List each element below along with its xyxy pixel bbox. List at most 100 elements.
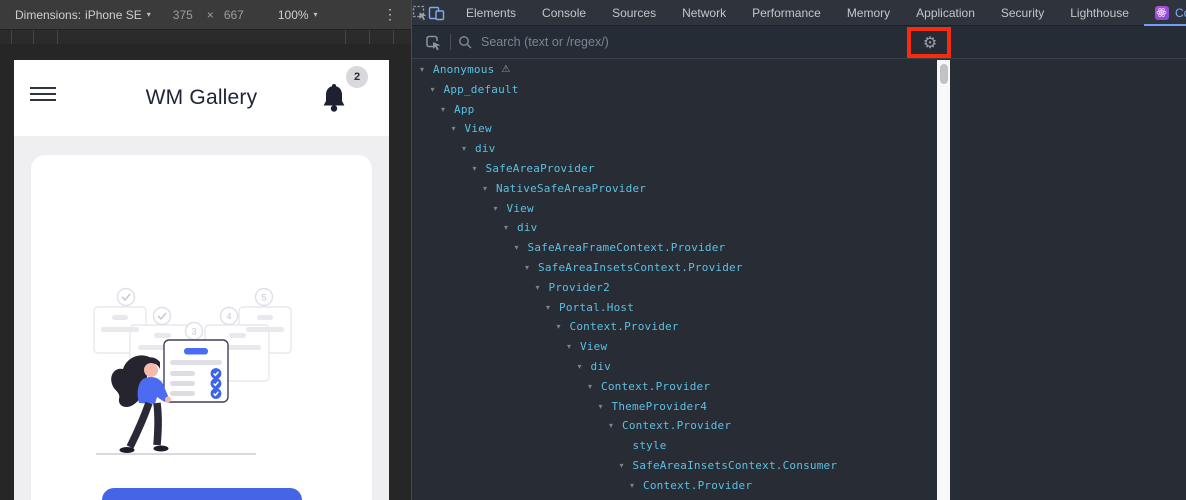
tab-label: Console: [542, 5, 587, 20]
component-name: NativeSafeAreaProvider: [496, 181, 647, 195]
expand-arrow-icon[interactable]: ▾: [473, 159, 486, 179]
expand-arrow-icon[interactable]: ▾: [462, 139, 475, 159]
chevron-down-icon: ▾: [313, 10, 318, 19]
tree-node[interactable]: ▾ NativeSafeAreaProvider: [412, 179, 937, 199]
expand-arrow-icon[interactable]: ▾: [515, 238, 528, 258]
device-toolbar: Dimensions: iPhone SE ▾ 375 × 667 100% ▾…: [0, 0, 411, 30]
tab-components[interactable]: Components: [1142, 0, 1186, 26]
devtools-panel: Elements Console Sources Network Perform…: [411, 0, 1186, 500]
component-name: SafeAreaProvider: [485, 161, 595, 175]
device-name: iPhone SE: [85, 7, 142, 22]
inspect-element-icon[interactable]: [412, 0, 428, 25]
scrollbar[interactable]: [937, 60, 950, 500]
content-card: 5 4 3: [31, 155, 372, 500]
tab-elements[interactable]: Elements: [453, 0, 529, 25]
search-icon: [455, 30, 475, 55]
device-ruler: [0, 30, 411, 44]
expand-arrow-icon[interactable]: ▾: [546, 298, 559, 318]
expand-arrow-icon[interactable]: ▾: [599, 397, 612, 417]
step-number: 4: [226, 312, 231, 322]
tree-node[interactable]: ▾ div: [412, 218, 937, 238]
primary-button[interactable]: [102, 488, 302, 500]
gear-icon[interactable]: ⚙: [916, 29, 944, 56]
tree-node[interactable]: ▾ Context.Provider: [412, 416, 937, 436]
expand-arrow-icon[interactable]: ▾: [420, 60, 433, 80]
tree-node[interactable]: ▾ style: [412, 436, 937, 456]
height-field[interactable]: 667: [224, 8, 244, 22]
warning-icon: ⚠: [501, 64, 511, 75]
step-number: 5: [261, 293, 266, 303]
expand-arrow-icon[interactable]: ▾: [536, 278, 549, 298]
expand-arrow-icon[interactable]: ▾: [557, 317, 570, 337]
zoom-value: 100%: [277, 7, 309, 22]
tree-node[interactable]: ▾ Portal.Host: [412, 298, 937, 318]
expand-arrow-icon[interactable]: ▾: [483, 179, 496, 199]
expand-arrow-icon[interactable]: ▾: [620, 456, 633, 476]
tab-sources[interactable]: Sources: [599, 0, 669, 25]
tree-node[interactable]: ▾ div: [412, 357, 937, 377]
expand-arrow-icon[interactable]: ▾: [609, 416, 622, 436]
dimensions-label: Dimensions:: [15, 7, 82, 22]
width-field[interactable]: 375: [173, 8, 193, 22]
tree-node[interactable]: ▾ View: [412, 119, 937, 139]
component-name: View: [580, 340, 608, 354]
tree-node[interactable]: ▾ SafeAreaProvider: [412, 159, 937, 179]
tree-node[interactable]: ▾ SafeAreaInsetsContext.Provider: [412, 258, 937, 278]
tree-node[interactable]: ▾ View: [412, 199, 937, 219]
expand-arrow-icon[interactable]: ▾: [504, 218, 517, 238]
search-input[interactable]: [481, 35, 861, 49]
tree-node[interactable]: ▾ View: [412, 337, 937, 357]
component-name: Context.Provider: [601, 379, 711, 393]
tab-application[interactable]: Application: [903, 0, 988, 25]
tab-label: Application: [916, 5, 975, 20]
bell-icon[interactable]: [320, 83, 348, 115]
tab-memory[interactable]: Memory: [834, 0, 903, 25]
select-element-icon[interactable]: [420, 30, 446, 55]
tab-label: Memory: [846, 5, 891, 20]
tree-node[interactable]: ▾ SafeAreaInsetsContext.Consumer: [412, 456, 937, 476]
expand-arrow-icon[interactable]: ▾: [452, 119, 465, 139]
tree-node[interactable]: ▾ App: [412, 100, 937, 120]
tree-node[interactable]: ▾ SafeAreaFrameContext.Provider: [412, 238, 937, 258]
tree-node[interactable]: ▾ Anonymous ⚠: [412, 60, 937, 80]
expand-arrow-icon[interactable]: ▾: [588, 377, 601, 397]
device-select[interactable]: iPhone SE ▾: [85, 8, 151, 22]
scrollbar-thumb[interactable]: [939, 64, 948, 84]
expand-arrow-icon[interactable]: ▾: [630, 476, 643, 496]
divider: [450, 34, 451, 50]
tab-label: Components: [1174, 5, 1186, 20]
toggle-device-toolbar-icon[interactable]: [428, 0, 445, 25]
expand-arrow-icon[interactable]: ▾: [494, 199, 507, 219]
tree-node[interactable]: ▾ App_default: [412, 80, 937, 100]
expand-arrow-icon[interactable]: ▾: [431, 80, 444, 100]
kebab-menu-icon[interactable]: ⋮: [381, 6, 399, 23]
device-emulation-region: Dimensions: iPhone SE ▾ 375 × 667 100% ▾…: [0, 0, 411, 500]
expand-arrow-icon[interactable]: ▾: [441, 100, 454, 120]
tab-label: Sources: [612, 5, 657, 20]
expand-arrow-icon[interactable]: ▾: [567, 337, 580, 357]
tree-node[interactable]: ▾ div: [412, 139, 937, 159]
expand-arrow-icon[interactable]: ▾: [578, 357, 591, 377]
tab-security[interactable]: Security: [988, 0, 1057, 25]
tab-label: Network: [682, 5, 727, 20]
component-name: ThemeProvider4: [611, 399, 708, 413]
component-name: SafeAreaInsetsContext.Consumer: [632, 458, 838, 472]
tab-label: Performance: [752, 5, 821, 20]
tab-lighthouse[interactable]: Lighthouse: [1057, 0, 1142, 25]
tab-performance[interactable]: Performance: [739, 0, 834, 25]
zoom-select[interactable]: 100% ▾: [278, 8, 318, 22]
tab-network[interactable]: Network: [669, 0, 739, 25]
phone-screen: WM Gallery 2 5 4 3: [14, 60, 389, 500]
component-name: View: [464, 122, 492, 136]
components-tree-pane: ▾ Anonymous ⚠ ▾ App_default ▾ App ▾ View…: [412, 59, 1186, 500]
expand-arrow-icon[interactable]: ▾: [525, 258, 538, 278]
tree-node[interactable]: ▾ Context.Provider: [412, 377, 937, 397]
tab-label: Elements: [466, 5, 517, 20]
tree-node[interactable]: ▾ Provider2: [412, 278, 937, 298]
component-name: Portal.Host: [559, 300, 635, 314]
tree-node[interactable]: ▾ Context.Provider: [412, 476, 937, 496]
tree-node[interactable]: ▾ Context.Provider: [412, 317, 937, 337]
tab-console[interactable]: Console: [529, 0, 599, 25]
tree-node[interactable]: ▾ ThemeProvider4: [412, 397, 937, 417]
tab-label: Lighthouse: [1070, 5, 1129, 20]
